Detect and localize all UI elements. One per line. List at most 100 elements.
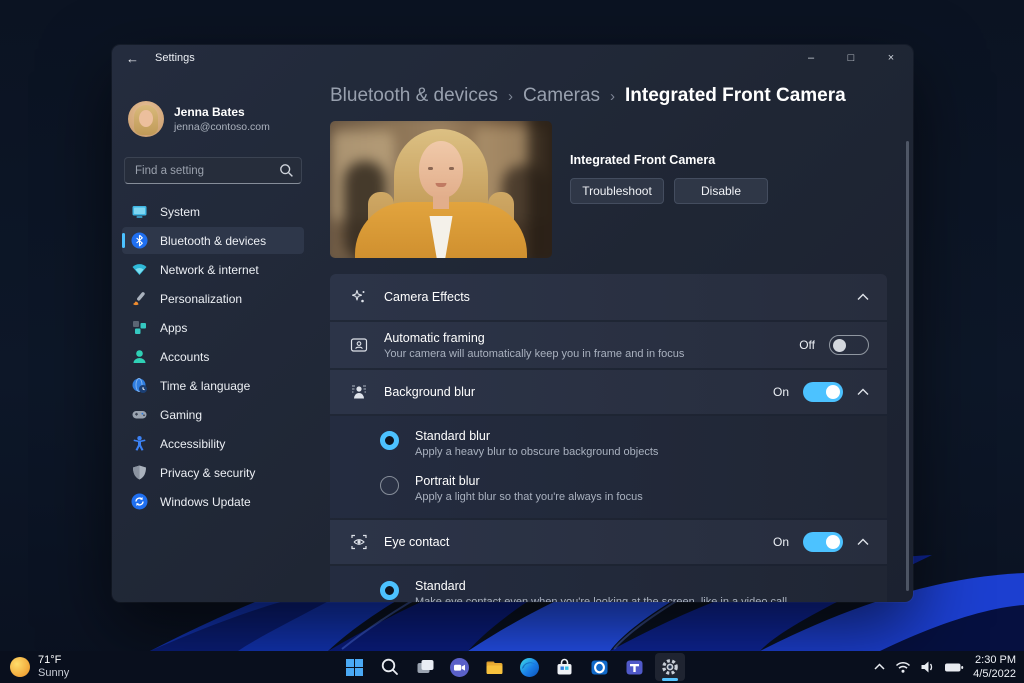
maximize-button[interactable]: □ xyxy=(831,45,871,71)
eye-contact-state: On xyxy=(773,535,789,549)
gaming-icon xyxy=(130,406,148,424)
background-blur-options: Standard blur Apply a heavy blur to obsc… xyxy=(330,416,887,518)
breadcrumb-separator: › xyxy=(600,88,625,105)
background-blur-toggle[interactable] xyxy=(803,382,843,402)
avatar xyxy=(128,101,164,137)
camera-effects-section: Camera Effects Automatic framing Your ca… xyxy=(330,274,887,602)
system-icon xyxy=(130,203,148,221)
standard-blur-option[interactable]: Standard blur Apply a heavy blur to obsc… xyxy=(330,421,887,466)
teams-button[interactable] xyxy=(620,653,650,681)
sidebar-item-bluetooth-devices[interactable]: Bluetooth & devices xyxy=(122,227,304,254)
search-box xyxy=(124,157,302,184)
active-app-indicator xyxy=(662,678,678,681)
store-button[interactable] xyxy=(550,653,580,681)
time-language-icon xyxy=(130,377,148,395)
camera-effects-title: Camera Effects xyxy=(384,290,470,304)
sidebar: Jenna Bates jenna@contoso.com System xyxy=(112,71,312,602)
bluetooth-icon xyxy=(130,232,148,250)
network-icon xyxy=(130,261,148,279)
automatic-framing-row[interactable]: Automatic framing Your camera will autom… xyxy=(330,322,887,368)
eye-contact-standard-radio[interactable] xyxy=(380,581,399,600)
sidebar-item-network-internet[interactable]: Network & internet xyxy=(122,256,304,283)
main-content: Bluetooth & devices › Cameras › Integrat… xyxy=(312,71,913,602)
outlook-button[interactable] xyxy=(585,653,615,681)
edge-button[interactable] xyxy=(515,653,545,681)
sidebar-item-personalization[interactable]: Personalization xyxy=(122,285,304,312)
outlook-icon xyxy=(589,657,610,678)
sun-icon xyxy=(10,657,30,677)
eye-contact-options: Standard Make eye contact even when you'… xyxy=(330,566,887,602)
portrait-blur-radio[interactable] xyxy=(380,476,399,495)
automatic-framing-state: Off xyxy=(799,338,815,352)
windows-logo-icon xyxy=(345,658,364,677)
eye-contact-title: Eye contact xyxy=(384,535,449,549)
user-email: jenna@contoso.com xyxy=(174,121,270,133)
settings-button[interactable] xyxy=(655,653,685,681)
sidebar-item-label: Apps xyxy=(160,321,187,335)
background-blur-state: On xyxy=(773,385,789,399)
sidebar-item-apps[interactable]: Apps xyxy=(122,314,304,341)
camera-effects-header[interactable]: Camera Effects xyxy=(330,274,887,320)
scrollbar[interactable] xyxy=(906,141,909,591)
breadcrumb-separator: › xyxy=(498,88,523,105)
breadcrumb-bluetooth-devices[interactable]: Bluetooth & devices xyxy=(330,85,498,107)
search-button[interactable] xyxy=(375,653,405,681)
chevron-up-icon[interactable] xyxy=(857,388,869,396)
breadcrumb: Bluetooth & devices › Cameras › Integrat… xyxy=(330,85,887,107)
portrait-blur-description: Apply a light blur so that you're always… xyxy=(415,491,643,503)
privacy-icon xyxy=(130,464,148,482)
sidebar-item-label: Gaming xyxy=(160,408,202,422)
sidebar-item-gaming[interactable]: Gaming xyxy=(122,401,304,428)
breadcrumb-cameras[interactable]: Cameras xyxy=(523,85,600,107)
task-view-button[interactable] xyxy=(410,653,440,681)
automatic-framing-title: Automatic framing xyxy=(384,331,684,345)
sidebar-item-label: Privacy & security xyxy=(160,466,255,480)
chevron-up-icon[interactable] xyxy=(857,293,869,301)
settings-window: ← Settings – □ × Jenna Bates jenna@conto… xyxy=(112,45,913,602)
weather-temperature: 71°F xyxy=(38,654,69,667)
camera-effects-icon xyxy=(348,288,370,306)
start-button[interactable] xyxy=(340,653,370,681)
sidebar-item-windows-update[interactable]: Windows Update xyxy=(122,488,304,515)
apps-icon xyxy=(130,319,148,337)
accounts-icon xyxy=(130,348,148,366)
sidebar-item-accounts[interactable]: Accounts xyxy=(122,343,304,370)
wifi-icon[interactable] xyxy=(895,661,911,674)
back-button[interactable]: ← xyxy=(126,51,139,66)
standard-blur-description: Apply a heavy blur to obscure background… xyxy=(415,446,658,458)
device-name: Integrated Front Camera xyxy=(570,153,768,167)
standard-blur-radio[interactable] xyxy=(380,431,399,450)
sidebar-item-time-language[interactable]: Time & language xyxy=(122,372,304,399)
portrait-blur-option[interactable]: Portrait blur Apply a light blur so that… xyxy=(330,466,887,511)
tray-chevron-icon[interactable] xyxy=(873,662,886,672)
background-blur-row[interactable]: Background blur On xyxy=(330,370,887,414)
clock-date: 4/5/2022 xyxy=(973,667,1016,681)
close-button[interactable]: × xyxy=(871,45,911,71)
edge-icon xyxy=(519,657,540,678)
gear-icon xyxy=(659,656,681,678)
minimize-button[interactable]: – xyxy=(791,45,831,71)
accessibility-icon xyxy=(130,435,148,453)
chat-button[interactable] xyxy=(445,653,475,681)
taskbar: 71°F Sunny xyxy=(0,651,1024,683)
sidebar-item-accessibility[interactable]: Accessibility xyxy=(122,430,304,457)
troubleshoot-button[interactable]: Troubleshoot xyxy=(570,178,664,204)
volume-icon[interactable] xyxy=(920,660,935,674)
file-explorer-icon xyxy=(484,657,505,678)
user-profile[interactable]: Jenna Bates jenna@contoso.com xyxy=(122,79,304,155)
sidebar-item-privacy-security[interactable]: Privacy & security xyxy=(122,459,304,486)
chevron-up-icon[interactable] xyxy=(857,538,869,546)
search-input[interactable] xyxy=(124,157,302,184)
eye-contact-standard-option[interactable]: Standard Make eye contact even when you'… xyxy=(330,571,887,602)
eye-contact-row[interactable]: Eye contact On xyxy=(330,520,887,564)
clock[interactable]: 2:30 PM 4/5/2022 xyxy=(973,653,1016,682)
weather-widget[interactable]: 71°F Sunny xyxy=(10,654,69,680)
file-explorer-button[interactable] xyxy=(480,653,510,681)
automatic-framing-toggle[interactable] xyxy=(829,335,869,355)
disable-button[interactable]: Disable xyxy=(674,178,768,204)
battery-icon[interactable] xyxy=(944,661,964,674)
sidebar-item-system[interactable]: System xyxy=(122,198,304,225)
weather-condition: Sunny xyxy=(38,667,69,680)
sidebar-item-label: Accessibility xyxy=(160,437,225,451)
eye-contact-toggle[interactable] xyxy=(803,532,843,552)
